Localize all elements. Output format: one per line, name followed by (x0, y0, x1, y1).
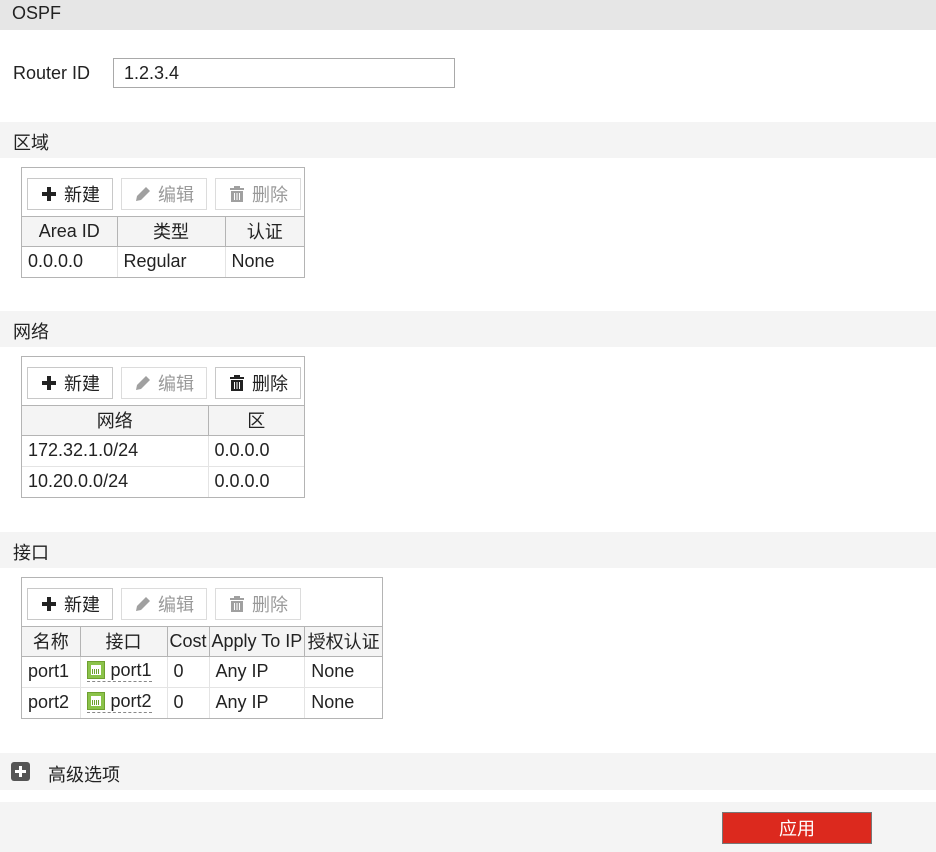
areas-new-button[interactable]: 新建 (27, 178, 113, 210)
area-id-cell: 0.0.0.0 (22, 246, 118, 277)
ethernet-port-icon (86, 661, 105, 679)
plus-icon (40, 374, 58, 392)
trash-icon (228, 185, 246, 203)
plus-square-icon[interactable] (11, 762, 30, 781)
cost-cell: 0 (167, 656, 210, 688)
column-header-apply-to-ip[interactable]: Apply To IP (209, 627, 306, 657)
column-header-area-id[interactable]: Area ID (22, 217, 118, 247)
pencil-icon (134, 185, 152, 203)
area-type-cell: Regular (117, 246, 226, 277)
networks-section-header: 网络 (0, 311, 936, 347)
interface-name-cell: port1 (22, 656, 81, 688)
table-row[interactable]: port1 port1 0 Any IP None (22, 656, 382, 688)
pencil-icon (134, 374, 152, 392)
networks-edit-button[interactable]: 编辑 (121, 367, 207, 399)
interfaces-section-title: 接口 (13, 543, 49, 563)
table-row[interactable]: 10.20.0.0/24 0.0.0.0 (22, 466, 304, 497)
network-area-cell: 0.0.0.0 (214, 471, 270, 492)
areas-section-header: 区域 (0, 122, 936, 158)
column-header-network[interactable]: 网络 (22, 406, 209, 436)
page-title: OSPF (12, 3, 62, 23)
column-header-type[interactable]: 类型 (117, 217, 226, 247)
apply-button[interactable]: 应用 (722, 812, 872, 844)
interfaces-delete-button[interactable]: 删除 (215, 588, 301, 620)
trash-icon (228, 374, 246, 392)
areas-toolbar: 新建 编辑 删除 (22, 168, 304, 217)
networks-table: 网络 区 172.32.1.0/24 0.0.0.0 10.20.0.0/24 … (22, 406, 304, 497)
interfaces-edit-button[interactable]: 编辑 (121, 588, 207, 620)
interface-cell: port2 (80, 687, 168, 718)
auth-cell: None (304, 656, 382, 688)
auth-cell: None (311, 692, 355, 713)
interfaces-new-button[interactable]: 新建 (27, 588, 113, 620)
cost-cell: 0 (167, 687, 210, 718)
interfaces-section-header: 接口 (0, 532, 936, 568)
networks-section-title: 网络 (13, 322, 49, 342)
column-header-interface[interactable]: 接口 (80, 627, 168, 657)
footer-bar: 应用 (0, 802, 936, 852)
networks-toolbar: 新建 编辑 删除 (22, 357, 304, 406)
page-title-bar: OSPF (0, 0, 936, 30)
table-row[interactable]: 172.32.1.0/24 0.0.0.0 (22, 435, 304, 467)
table-row[interactable]: port2 port2 0 Any IP None (22, 687, 382, 718)
interface-link[interactable]: port2 (86, 690, 152, 714)
column-header-auth[interactable]: 授权认证 (304, 627, 382, 657)
interfaces-panel: 新建 编辑 删除 名称 接口 Cost Apply To IP 授权认证 por… (21, 577, 383, 719)
areas-delete-button[interactable]: 删除 (215, 178, 301, 210)
networks-delete-button[interactable]: 删除 (215, 367, 301, 399)
plus-icon (40, 595, 58, 613)
column-header-area[interactable]: 区 (208, 406, 304, 436)
plus-icon (40, 185, 58, 203)
column-header-name[interactable]: 名称 (22, 627, 81, 657)
advanced-options-label[interactable]: 高级选项 (48, 761, 120, 787)
interface-name-cell: port2 (22, 687, 81, 718)
interfaces-toolbar: 新建 编辑 删除 (22, 578, 382, 627)
column-header-auth[interactable]: 认证 (225, 217, 304, 247)
areas-table: Area ID 类型 认证 0.0.0.0 Regular None (22, 217, 304, 277)
router-id-input[interactable] (113, 58, 455, 88)
table-row[interactable]: 0.0.0.0 Regular None (22, 246, 304, 277)
area-auth-cell: None (231, 251, 275, 272)
router-id-row: Router ID (0, 58, 936, 88)
advanced-options-bar[interactable]: 高级选项 (0, 753, 936, 790)
trash-icon (228, 595, 246, 613)
apply-to-ip-cell: Any IP (209, 656, 306, 688)
network-cell: 10.20.0.0/24 (22, 466, 209, 497)
interface-link[interactable]: port1 (86, 659, 152, 682)
pencil-icon (134, 595, 152, 613)
networks-panel: 新建 编辑 删除 网络 区 172.32.1.0/24 0.0.0.0 10.2… (21, 356, 305, 498)
areas-section-title: 区域 (13, 133, 49, 153)
column-header-cost[interactable]: Cost (167, 627, 210, 657)
interface-cell: port1 (80, 656, 168, 688)
ethernet-port-icon (86, 692, 105, 711)
areas-edit-button[interactable]: 编辑 (121, 178, 207, 210)
router-id-label: Router ID (13, 63, 91, 83)
apply-to-ip-cell: Any IP (209, 687, 306, 718)
network-area-cell: 0.0.0.0 (208, 435, 304, 467)
areas-panel: 新建 编辑 删除 Area ID 类型 认证 0.0.0.0 Regular N… (21, 167, 305, 278)
interfaces-table: 名称 接口 Cost Apply To IP 授权认证 port1 port1 … (22, 627, 382, 718)
network-cell: 172.32.1.0/24 (22, 435, 209, 467)
networks-new-button[interactable]: 新建 (27, 367, 113, 399)
